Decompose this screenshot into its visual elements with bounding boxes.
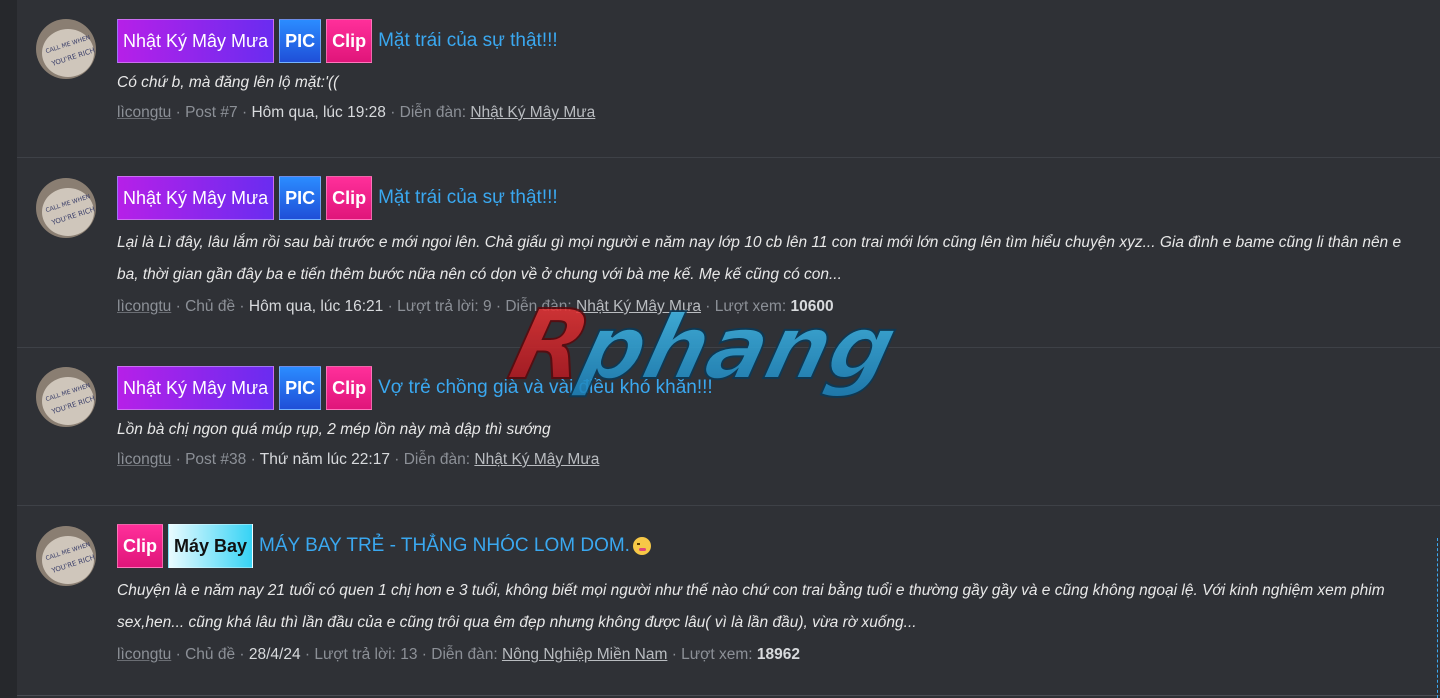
prefix-label-pic[interactable]: PIC bbox=[279, 176, 322, 220]
thread-title-link[interactable]: Mặt trái của sự thật!!! bbox=[378, 187, 558, 209]
avatar[interactable]: CALL ME WHEN YOU'RE RICH bbox=[36, 367, 96, 427]
meta-separator: · bbox=[390, 104, 396, 121]
forum-label: Diễn đàn: bbox=[403, 451, 471, 468]
prefix-label-pic[interactable]: PIC bbox=[279, 366, 322, 410]
views-label: Lượt xem: bbox=[714, 298, 787, 315]
left-gutter bbox=[0, 0, 17, 698]
list-item: CALL ME WHEN YOU'RE RICH Clip Máy Bay MÁ… bbox=[17, 506, 1440, 696]
forum-label: Diễn đàn: bbox=[399, 104, 467, 121]
prefix-label-maybay[interactable]: Máy Bay bbox=[168, 524, 254, 568]
meta-separator: · bbox=[394, 451, 400, 468]
prefix-label-forum[interactable]: Nhật Ký Mây Mưa bbox=[117, 19, 275, 63]
views-label: Lượt xem: bbox=[681, 646, 753, 663]
meta-separator: · bbox=[495, 298, 502, 315]
post-time: Thứ năm lúc 22:17 bbox=[259, 451, 390, 468]
thread-title-row: Nhật Ký Mây Mưa PIC Clip Mặt trái của sự… bbox=[117, 17, 1440, 65]
views-count: 10600 bbox=[790, 298, 834, 315]
meta-separator: · bbox=[250, 451, 256, 468]
forum-link[interactable]: Nhật Ký Mây Mưa bbox=[470, 104, 595, 121]
prefix-label-clip[interactable]: Clip bbox=[326, 366, 373, 410]
meta-separator: · bbox=[705, 298, 711, 315]
avatar[interactable]: CALL ME WHEN YOU'RE RICH bbox=[36, 19, 96, 79]
replies-label: Lượt trả lời: bbox=[314, 646, 396, 663]
username-link[interactable]: lìcongtu bbox=[117, 298, 171, 315]
meta-separator: · bbox=[175, 298, 181, 315]
list-item: CALL ME WHEN YOU'RE RICH Nhật Ký Mây Mưa… bbox=[17, 158, 1440, 348]
thread-title-link[interactable]: Vợ trẻ chồng già và vài điều khó khăn!!! bbox=[378, 377, 713, 399]
meta-separator: · bbox=[421, 646, 427, 663]
meta-separator: · bbox=[239, 646, 245, 663]
prefix-label-clip[interactable]: Clip bbox=[117, 524, 163, 568]
thread-title-row: Nhật Ký Mây Mưa PIC Clip Mặt trái của sự… bbox=[117, 174, 1440, 222]
post-time: Hôm qua, lúc 19:28 bbox=[251, 104, 386, 121]
meta-separator: · bbox=[239, 298, 245, 315]
post-time: 28/4/24 bbox=[248, 646, 301, 663]
post-number: Post #7 bbox=[185, 104, 238, 121]
post-time: Hôm qua, lúc 16:21 bbox=[248, 298, 384, 315]
search-results-list: CALL ME WHEN YOU'RE RICH Nhật Ký Mây Mưa… bbox=[17, 0, 1440, 696]
post-snippet[interactable]: Lại là Lì đây, lâu lắm rồi sau bài trước… bbox=[117, 227, 1440, 291]
views-count: 18962 bbox=[756, 646, 800, 663]
thread-title-link[interactable]: Mặt trái của sự thật!!! bbox=[378, 30, 558, 52]
blushing-face-icon bbox=[632, 537, 651, 555]
username-link[interactable]: lìcongtu bbox=[117, 104, 171, 121]
prefix-label-clip[interactable]: Clip bbox=[326, 19, 373, 63]
replies-count: 13 bbox=[400, 646, 418, 663]
thread-title-row: Nhật Ký Mây Mưa PIC Clip Vợ trẻ chồng gi… bbox=[117, 364, 1440, 412]
list-item: CALL ME WHEN YOU'RE RICH Nhật Ký Mây Mưa… bbox=[17, 0, 1440, 158]
post-snippet[interactable]: Chuyện là e năm nay 21 tuổi có quen 1 ch… bbox=[117, 575, 1440, 639]
meta-separator: · bbox=[241, 104, 248, 121]
post-snippet[interactable]: Lồn bà chị ngon quá múp rụp, 2 mép lồn n… bbox=[117, 414, 1440, 446]
replies-count: 9 bbox=[482, 298, 492, 315]
post-number: Post #38 bbox=[185, 451, 247, 468]
thread-type: Chủ đề bbox=[185, 646, 236, 663]
meta-separator: · bbox=[304, 646, 311, 663]
post-snippet[interactable]: Có chứ b, mà đăng lên lộ mặt:'(( bbox=[117, 67, 1440, 99]
username-link[interactable]: lìcongtu bbox=[117, 646, 171, 663]
thread-type: Chủ đề bbox=[185, 298, 236, 315]
post-meta: lìcongtu · Chủ đề · Hôm qua, lúc 16:21 ·… bbox=[117, 298, 1440, 316]
post-meta: lìcongtu · Chủ đề · 28/4/24 · Lượt trả l… bbox=[117, 646, 1440, 664]
prefix-label-clip[interactable]: Clip bbox=[326, 176, 373, 220]
list-item: CALL ME WHEN YOU'RE RICH Nhật Ký Mây Mưa… bbox=[17, 348, 1440, 506]
forum-link[interactable]: Nhật Ký Mây Mưa bbox=[576, 298, 701, 315]
post-meta: lìcongtu · Post #38 · Thứ năm lúc 22:17 … bbox=[117, 451, 1440, 469]
thread-title-row: Clip Máy Bay MÁY BAY TRẺ - THẲNG NHÓC LO… bbox=[117, 522, 1440, 570]
prefix-label-forum[interactable]: Nhật Ký Mây Mưa bbox=[117, 176, 275, 220]
meta-separator: · bbox=[671, 646, 677, 663]
forum-label: Diễn đàn: bbox=[431, 646, 498, 663]
meta-separator: · bbox=[387, 298, 393, 315]
prefix-label-forum[interactable]: Nhật Ký Mây Mưa bbox=[117, 366, 275, 410]
meta-separator: · bbox=[175, 646, 181, 663]
meta-separator: · bbox=[175, 451, 181, 468]
focus-outline bbox=[1437, 538, 1438, 698]
meta-separator: · bbox=[175, 104, 181, 121]
forum-link[interactable]: Nhật Ký Mây Mưa bbox=[474, 451, 599, 468]
prefix-label-pic[interactable]: PIC bbox=[279, 19, 322, 63]
replies-label: Lượt trả lời: bbox=[397, 298, 479, 315]
username-link[interactable]: lìcongtu bbox=[117, 451, 171, 468]
forum-label: Diễn đàn: bbox=[505, 298, 572, 315]
thread-title-link[interactable]: MÁY BAY TRẺ - THẲNG NHÓC LOM DOM. bbox=[259, 535, 630, 557]
post-meta: lìcongtu · Post #7 · Hôm qua, lúc 19:28 … bbox=[117, 104, 1440, 122]
avatar[interactable]: CALL ME WHEN YOU'RE RICH bbox=[36, 178, 96, 238]
avatar[interactable]: CALL ME WHEN YOU'RE RICH bbox=[36, 526, 96, 586]
forum-link[interactable]: Nông Nghiệp Miền Nam bbox=[502, 646, 667, 663]
